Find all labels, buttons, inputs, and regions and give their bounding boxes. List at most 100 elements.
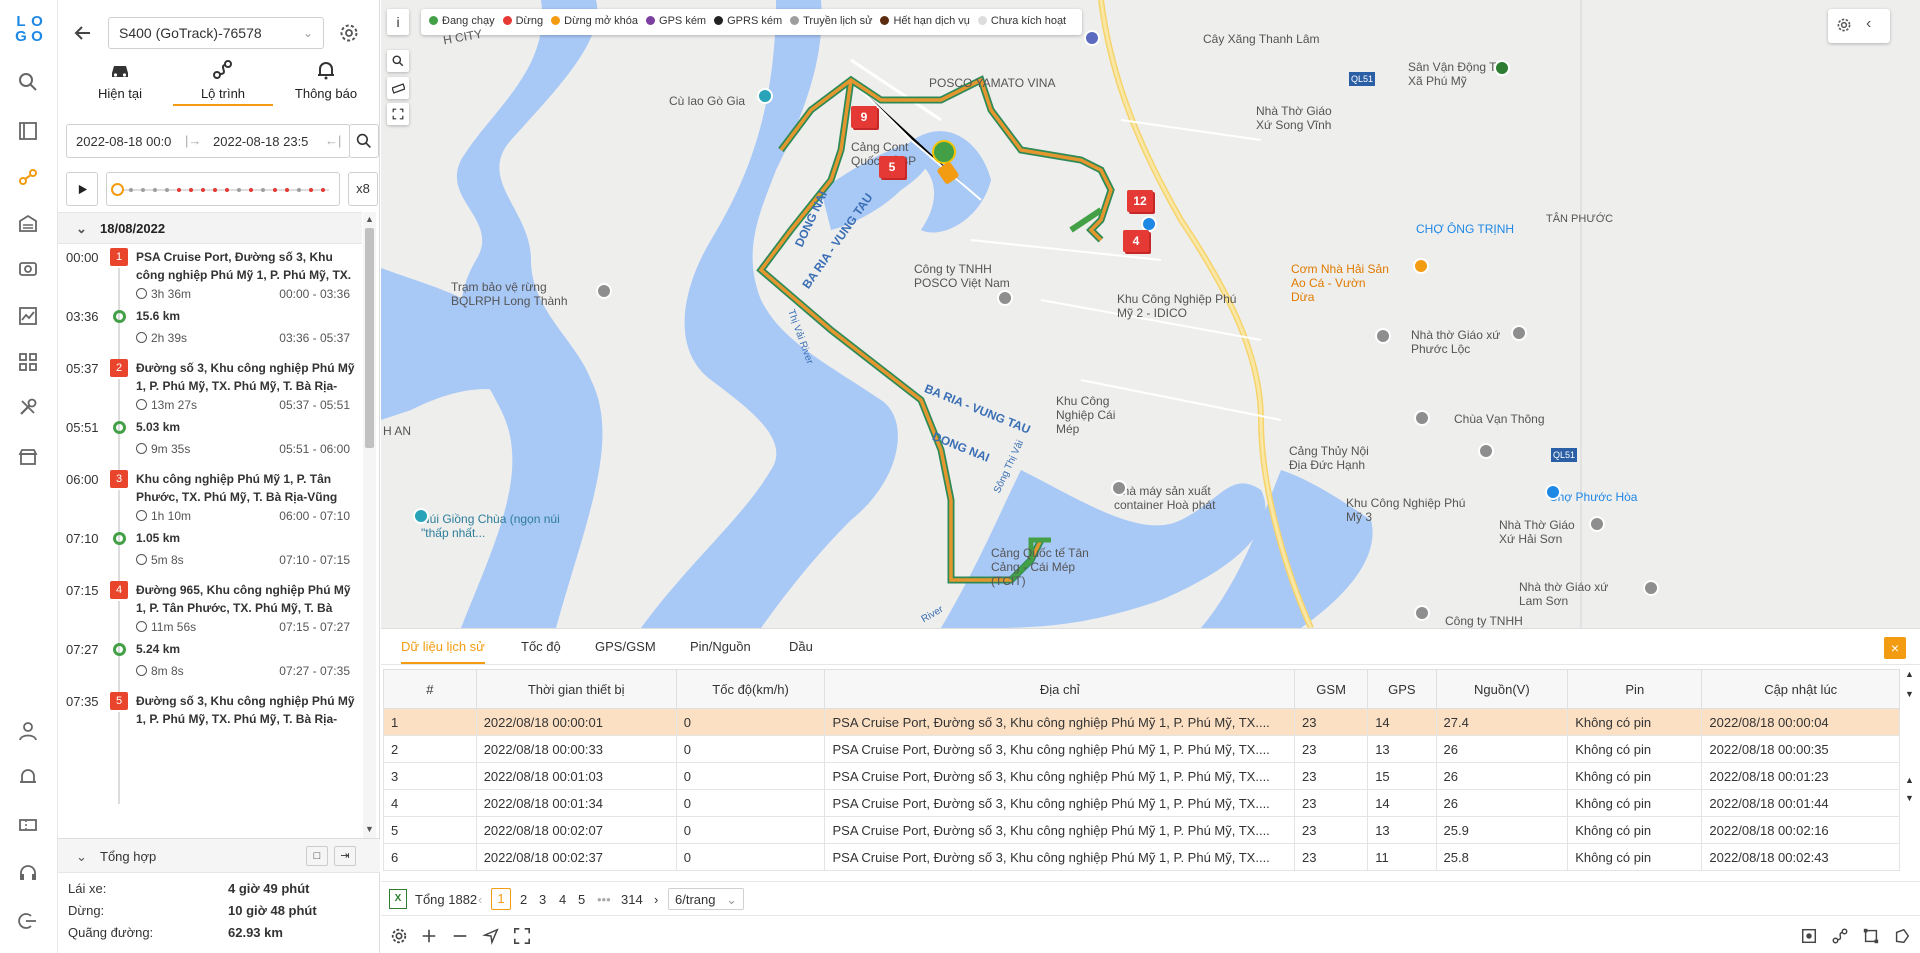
page-link[interactable]: 4 [559, 892, 566, 907]
camera-icon[interactable] [17, 257, 39, 279]
poi-pin[interactable] [596, 283, 612, 299]
polygon-icon[interactable] [1892, 926, 1912, 946]
tab-fuel[interactable]: Dầu [789, 639, 813, 654]
column-header[interactable]: GPS [1367, 669, 1437, 709]
ticket-icon[interactable] [17, 814, 39, 836]
tab-current[interactable]: Hiện tại [70, 58, 170, 106]
poi-pin[interactable] [1414, 410, 1430, 426]
zoom-out-icon[interactable] [450, 926, 470, 946]
poi-pin[interactable] [1478, 443, 1494, 459]
poi-pin[interactable] [413, 508, 429, 524]
map-view[interactable]: i Đang chạy Dừng Dừng mở khóa GPS kém GPRS k… [381, 0, 1920, 628]
page-ellipsis[interactable]: ••• [597, 892, 611, 907]
apps-icon[interactable] [17, 351, 39, 373]
bell-icon[interactable] [17, 766, 39, 788]
chart-icon[interactable] [17, 305, 39, 327]
column-header[interactable]: Địa chỉ [824, 669, 1296, 709]
date-range-picker[interactable]: 2022-08-18 00:0 |→ 2022-08-18 23:5 ←| [66, 124, 350, 158]
table-row[interactable]: 5 2022/08/18 00:02:07 0 PSA Cruise Port, Đư… [383, 816, 1900, 844]
route-icon[interactable] [17, 166, 39, 188]
legend-item[interactable]: Truyền lịch sử [790, 15, 872, 27]
poi-pin[interactable] [1494, 60, 1510, 76]
list-scrollbar[interactable]: ▲ ▼ [363, 212, 376, 838]
column-header[interactable]: GSM [1294, 669, 1369, 709]
tab-route[interactable]: Lộ trình [173, 58, 273, 106]
speed-multiplier[interactable]: x8 [348, 172, 378, 206]
tab-battery-power[interactable]: Pin/Nguồn [690, 639, 751, 654]
stop-flag[interactable]: 4 [1123, 230, 1149, 252]
date-end-input[interactable]: 2022-08-18 23:5 [213, 134, 308, 149]
tab-notifications[interactable]: Thông báo [276, 58, 376, 106]
column-header[interactable]: # [383, 669, 477, 709]
page-link[interactable]: 3 [539, 892, 546, 907]
gear-icon[interactable] [338, 22, 360, 44]
tab-history-data[interactable]: Dữ liệu lịch sử [401, 639, 485, 664]
legend-item[interactable]: Dừng mở khóa [551, 15, 638, 27]
table-row[interactable]: 4 2022/08/18 00:01:34 0 PSA Cruise Port, Đư… [383, 789, 1900, 817]
export-icon[interactable]: ⇥ [334, 846, 356, 866]
map-search-icon[interactable] [387, 50, 409, 72]
stop-flag[interactable]: 9 [851, 106, 877, 128]
tab-gps-gsm[interactable]: GPS/GSM [595, 639, 656, 654]
legend-item[interactable]: Chưa kích hoạt [977, 15, 1066, 27]
scroll-thumb[interactable] [365, 228, 374, 448]
poi-pin[interactable] [1375, 328, 1391, 344]
scroll-down-icon[interactable]: ▼ [364, 824, 375, 834]
page-size-select[interactable]: 6/trang ⌄ [668, 888, 744, 910]
scroll-up-icon[interactable]: ▲ [364, 214, 375, 224]
scroll-up-icon[interactable]: ▲ [1905, 775, 1914, 785]
app-logo[interactable]: L O G O [13, 14, 45, 44]
expand-icon[interactable]: □ [306, 846, 328, 866]
column-header[interactable]: Cập nhật lúc [1701, 669, 1900, 709]
poi-pin[interactable] [1414, 605, 1430, 621]
back-arrow-icon[interactable] [72, 22, 94, 44]
logout-icon[interactable] [17, 910, 39, 932]
page-current[interactable]: 1 [491, 888, 511, 910]
summary-header[interactable]: ⌄ Tổng hợp □ ⇥ [58, 839, 380, 873]
tab-speed[interactable]: Tốc độ [521, 639, 561, 654]
poi-pin[interactable] [757, 88, 773, 104]
gear-icon[interactable] [389, 926, 409, 946]
ruler-icon[interactable] [387, 77, 409, 99]
poi-pin[interactable] [1589, 516, 1605, 532]
legend-item[interactable]: Hết hạn dịch vụ [880, 15, 970, 27]
poi-pin[interactable] [1413, 258, 1429, 274]
table-row[interactable]: 2 2022/08/18 00:00:33 0 PSA Cruise Port, Đư… [383, 735, 1900, 763]
search-icon[interactable] [17, 71, 39, 93]
tools-icon[interactable] [17, 396, 39, 418]
table-scrollbar[interactable]: ▲ ▼ ▲ ▼ [1905, 669, 1916, 849]
table-row[interactable]: 6 2022/08/18 00:02:37 0 PSA Cruise Port, Đư… [383, 843, 1900, 871]
search-button[interactable] [349, 124, 379, 158]
playback-slider[interactable] [106, 172, 340, 206]
info-button[interactable]: i [387, 9, 409, 35]
legend-item[interactable]: GPS kém [646, 15, 706, 27]
start-marker[interactable] [932, 140, 956, 164]
chevron-left-icon[interactable]: ‹ [1866, 15, 1871, 33]
fit-bounds-icon[interactable] [1799, 926, 1819, 946]
fullscreen-icon[interactable] [512, 926, 532, 946]
page-link[interactable]: 5 [578, 892, 585, 907]
table-row[interactable]: 3 2022/08/18 00:01:03 0 PSA Cruise Port, Đư… [383, 762, 1900, 790]
poi-pin[interactable] [1643, 580, 1659, 596]
column-header[interactable]: Tốc độ(km/h) [675, 669, 826, 709]
table-row[interactable]: 1 2022/08/18 00:00:01 0 PSA Cruise Port, Đư… [383, 708, 1900, 736]
excel-export-icon[interactable]: X [389, 889, 407, 909]
zoom-in-icon[interactable] [419, 926, 439, 946]
poi-pin[interactable] [1545, 484, 1561, 500]
poi-pin[interactable] [1084, 30, 1100, 46]
scroll-down-icon[interactable]: ▼ [1905, 793, 1914, 803]
book-icon[interactable] [17, 120, 39, 142]
column-header[interactable]: Thời gian thiết bị [475, 669, 677, 709]
poi-pin[interactable] [1511, 325, 1527, 341]
column-header[interactable]: Pin [1567, 669, 1703, 709]
stop-flag[interactable]: 12 [1127, 190, 1153, 212]
garage-icon[interactable] [17, 212, 39, 234]
date-start-input[interactable]: 2022-08-18 00:0 [76, 134, 171, 149]
scroll-down-icon[interactable]: ▼ [1905, 689, 1914, 699]
headset-icon[interactable] [17, 862, 39, 884]
stop-flag[interactable]: 5 [879, 156, 905, 178]
poi-pin[interactable] [1111, 480, 1127, 496]
gear-icon[interactable] [1836, 17, 1852, 36]
vehicle-select[interactable]: S400 (GoTrack)-76578 ⌄ [108, 17, 324, 49]
page-link[interactable]: 314 [621, 892, 643, 907]
